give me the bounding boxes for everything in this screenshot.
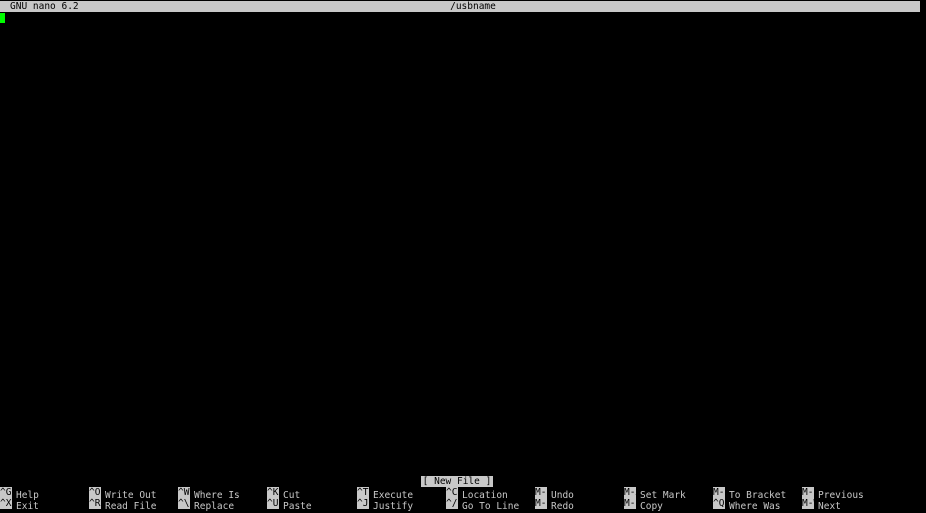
shortcut-set-mark[interactable]: M-ASet Mark xyxy=(624,487,686,501)
shortcut-next[interactable]: M-W Next xyxy=(802,498,841,512)
shortcut-key: ^K xyxy=(267,487,279,498)
shortcut-execute[interactable]: ^T Execute xyxy=(357,487,413,501)
shortcut-key: M-U xyxy=(535,487,547,498)
shortcut-read-file[interactable]: ^R Read File xyxy=(89,498,157,512)
shortcut-label: Go To Line xyxy=(462,501,520,512)
shortcut-cut[interactable]: ^K Cut xyxy=(267,487,300,501)
shortcut-label: Paste xyxy=(283,501,312,512)
shortcut-key: ^Q xyxy=(713,498,725,509)
shortcut-key: ^J xyxy=(357,498,369,509)
shortcut-to-bracket[interactable]: M-]To Bracket xyxy=(713,487,786,501)
shortcut-key: M-] xyxy=(713,487,725,498)
shortcut-exit[interactable]: ^X Exit xyxy=(0,498,39,512)
shortcut-where-was[interactable]: ^Q Where Was xyxy=(713,498,781,512)
shortcut-redo[interactable]: M-E Redo xyxy=(535,498,574,512)
shortcut-location[interactable]: ^C Location xyxy=(446,487,508,501)
shortcut-key: ^R xyxy=(89,498,101,509)
shortcut-justify[interactable]: ^J Justify xyxy=(357,498,414,512)
shortcut-label: Redo xyxy=(551,501,574,512)
shortcut-key: ^X xyxy=(0,498,12,509)
shortcut-replace[interactable]: ^\ Replace xyxy=(178,498,235,512)
text-cursor xyxy=(0,13,5,23)
shortcut-help[interactable]: ^G Help xyxy=(0,487,39,501)
shortcut-key: M-Q xyxy=(802,487,814,498)
shortcut-key: ^W xyxy=(178,487,190,498)
shortcut-key: M-6 xyxy=(624,498,636,509)
shortcut-previous[interactable]: M-QPrevious xyxy=(802,487,864,501)
shortcut-key: ^/ xyxy=(446,498,458,509)
shortcut-label: Exit xyxy=(16,501,39,512)
shortcut-key: ^\ xyxy=(178,498,190,509)
shortcut-label: Replace xyxy=(194,501,235,512)
shortcut-key: M-A xyxy=(624,487,636,498)
shortcut-label: Copy xyxy=(640,501,663,512)
shortcut-copy[interactable]: M-6 Copy xyxy=(624,498,663,512)
shortcut-key: ^G xyxy=(0,487,12,498)
status-bar: [ New File ] xyxy=(0,476,926,487)
shortcut-key: ^U xyxy=(267,498,279,509)
shortcut-bar: ^G Help ^O Write Out ^W Where Is ^K Cut ^T Ex… xyxy=(0,487,926,512)
shortcut-key: ^T xyxy=(357,487,369,498)
shortcut-key: ^C xyxy=(446,487,458,498)
terminal-window: GNU nano 6.2 /usbname [ New File ] ^G Hel… xyxy=(0,0,926,513)
shortcut-write-out[interactable]: ^O Write Out xyxy=(89,487,156,501)
shortcut-key: M-W xyxy=(802,498,814,509)
shortcut-paste[interactable]: ^U Paste xyxy=(267,498,312,512)
shortcut-label: Read File xyxy=(105,501,157,512)
shortcut-key: M-E xyxy=(535,498,547,509)
shortcut-key: ^O xyxy=(89,487,101,498)
editor-area[interactable] xyxy=(0,12,926,475)
status-message: [ New File ] xyxy=(420,476,494,487)
shortcut-go-to-line[interactable]: ^/ Go To Line xyxy=(446,498,520,512)
shortcut-label: Where Was xyxy=(729,501,781,512)
shortcut-label: Next xyxy=(818,501,841,512)
shortcut-label: Justify xyxy=(373,501,414,512)
shortcut-undo[interactable]: M-UUndo xyxy=(535,487,574,501)
shortcut-where-is[interactable]: ^W Where Is xyxy=(178,487,240,501)
title-bar: GNU nano 6.2 /usbname xyxy=(0,1,920,12)
file-name: /usbname xyxy=(450,1,496,12)
